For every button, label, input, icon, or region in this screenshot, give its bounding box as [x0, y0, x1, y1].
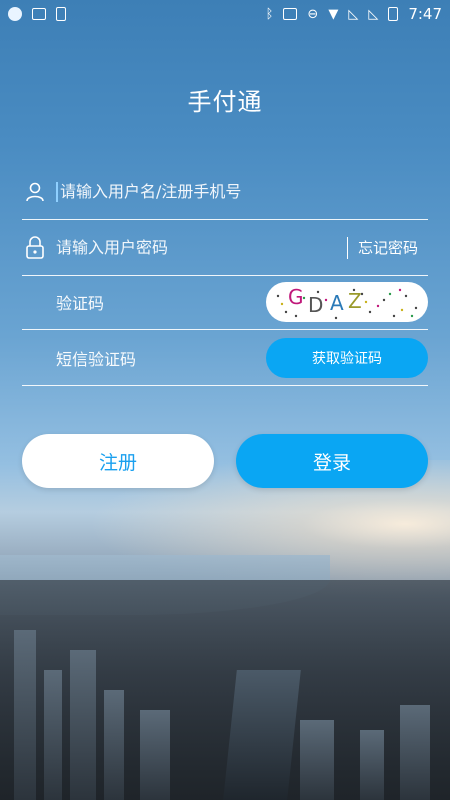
app-title: 手付通: [187, 88, 263, 116]
captcha-char-1: G: [288, 285, 304, 309]
user-icon: [22, 179, 48, 205]
status-left: [8, 7, 66, 21]
signal-icon: ◺: [348, 6, 359, 22]
lock-icon: [22, 235, 48, 261]
captcha-char-4: Z: [348, 289, 362, 313]
building: [14, 630, 36, 800]
username-input[interactable]: [60, 182, 428, 201]
register-button[interactable]: 注册: [22, 434, 214, 488]
building: [360, 730, 384, 800]
captcha-char-2: D: [308, 293, 323, 317]
do-not-disturb-icon: ⊖: [307, 6, 319, 22]
wifi-icon: ▼: [328, 6, 339, 22]
building: [44, 670, 62, 800]
gallery-icon: [32, 8, 46, 20]
building: [70, 650, 96, 800]
building: [140, 710, 170, 800]
building: [223, 670, 301, 800]
phone-icon: [56, 7, 66, 21]
notification-icon: [8, 7, 22, 21]
text-caret: [56, 181, 58, 202]
password-input[interactable]: [56, 238, 347, 257]
sms-row: 短信验证码 获取验证码: [22, 330, 428, 386]
status-right: ᛒ ⊖ ▼ ◺ ◺ 7:47: [266, 5, 442, 23]
captcha-input[interactable]: 验证码: [56, 290, 266, 314]
building: [400, 705, 430, 800]
status-bar: ᛒ ⊖ ▼ ◺ ◺ 7:47: [0, 0, 450, 28]
sms-code-input[interactable]: 短信验证码: [56, 346, 266, 370]
building: [300, 720, 334, 800]
password-row: 忘记密码: [22, 220, 428, 276]
captcha-row: 验证码 G D A Z: [22, 274, 428, 330]
get-sms-code-button[interactable]: 获取验证码: [266, 337, 428, 378]
captcha-char-3: A: [330, 291, 344, 315]
signal-icon: ◺: [368, 6, 379, 22]
username-row: [22, 164, 428, 220]
status-time: 7:47: [408, 5, 442, 23]
bluetooth-icon: ᛒ: [265, 6, 274, 22]
login-button[interactable]: 登录: [236, 434, 428, 488]
captcha-image[interactable]: G D A Z: [266, 281, 428, 322]
nfc-icon: [283, 8, 298, 20]
forgot-password-link[interactable]: 忘记密码: [346, 236, 418, 259]
city-background: [0, 460, 450, 800]
building: [104, 690, 124, 800]
battery-icon: [388, 7, 399, 21]
